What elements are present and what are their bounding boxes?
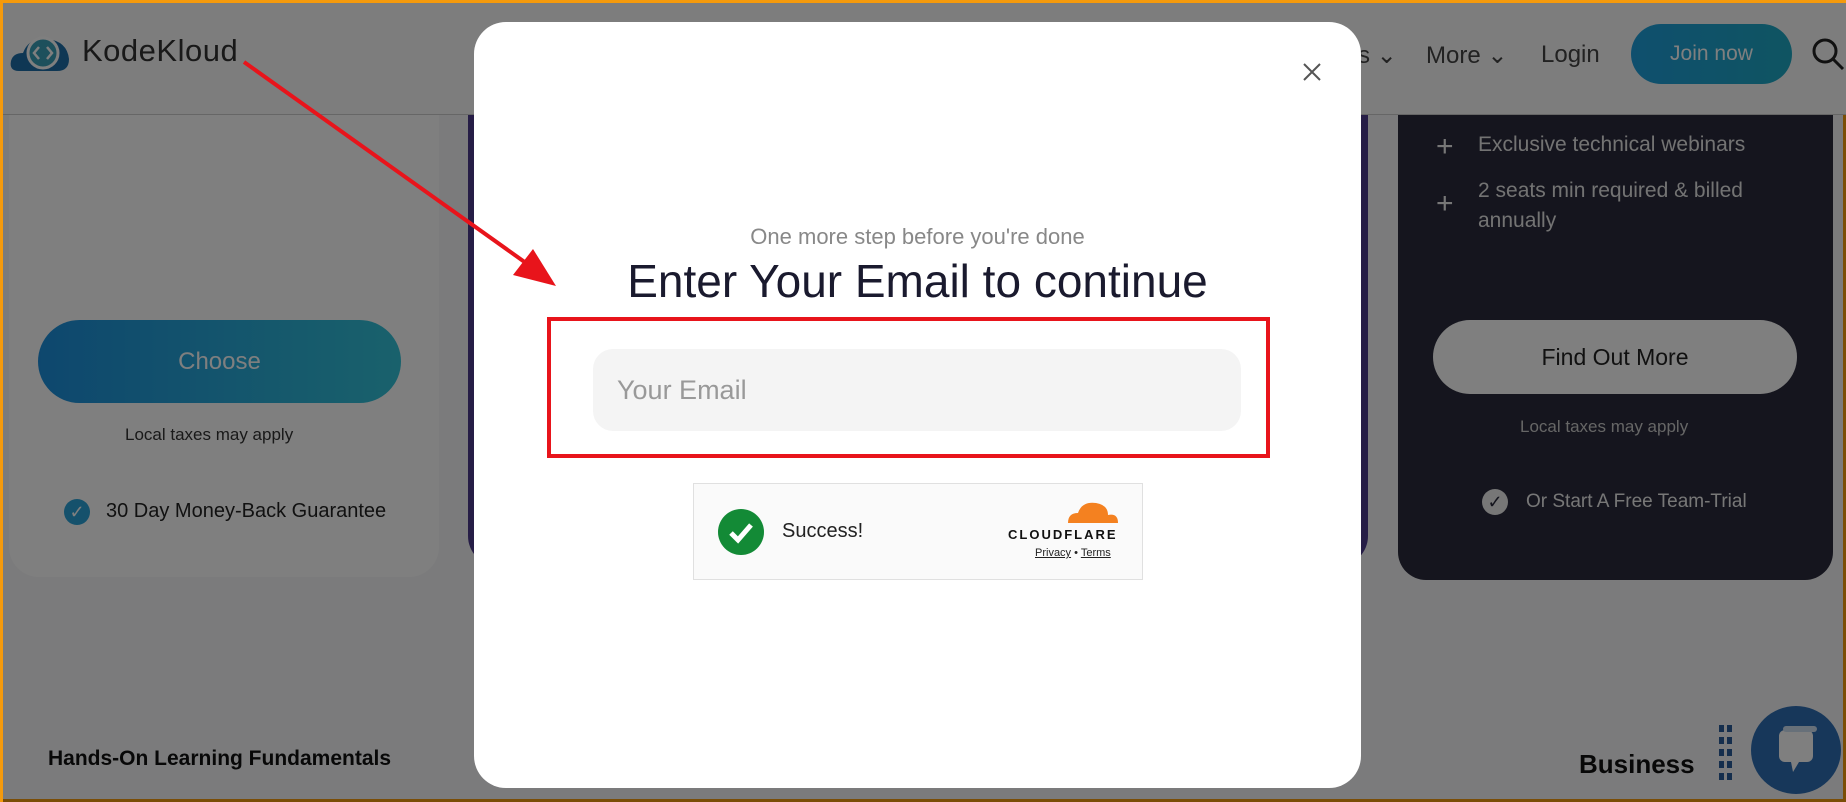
annotation-arrow-icon	[242, 60, 556, 286]
